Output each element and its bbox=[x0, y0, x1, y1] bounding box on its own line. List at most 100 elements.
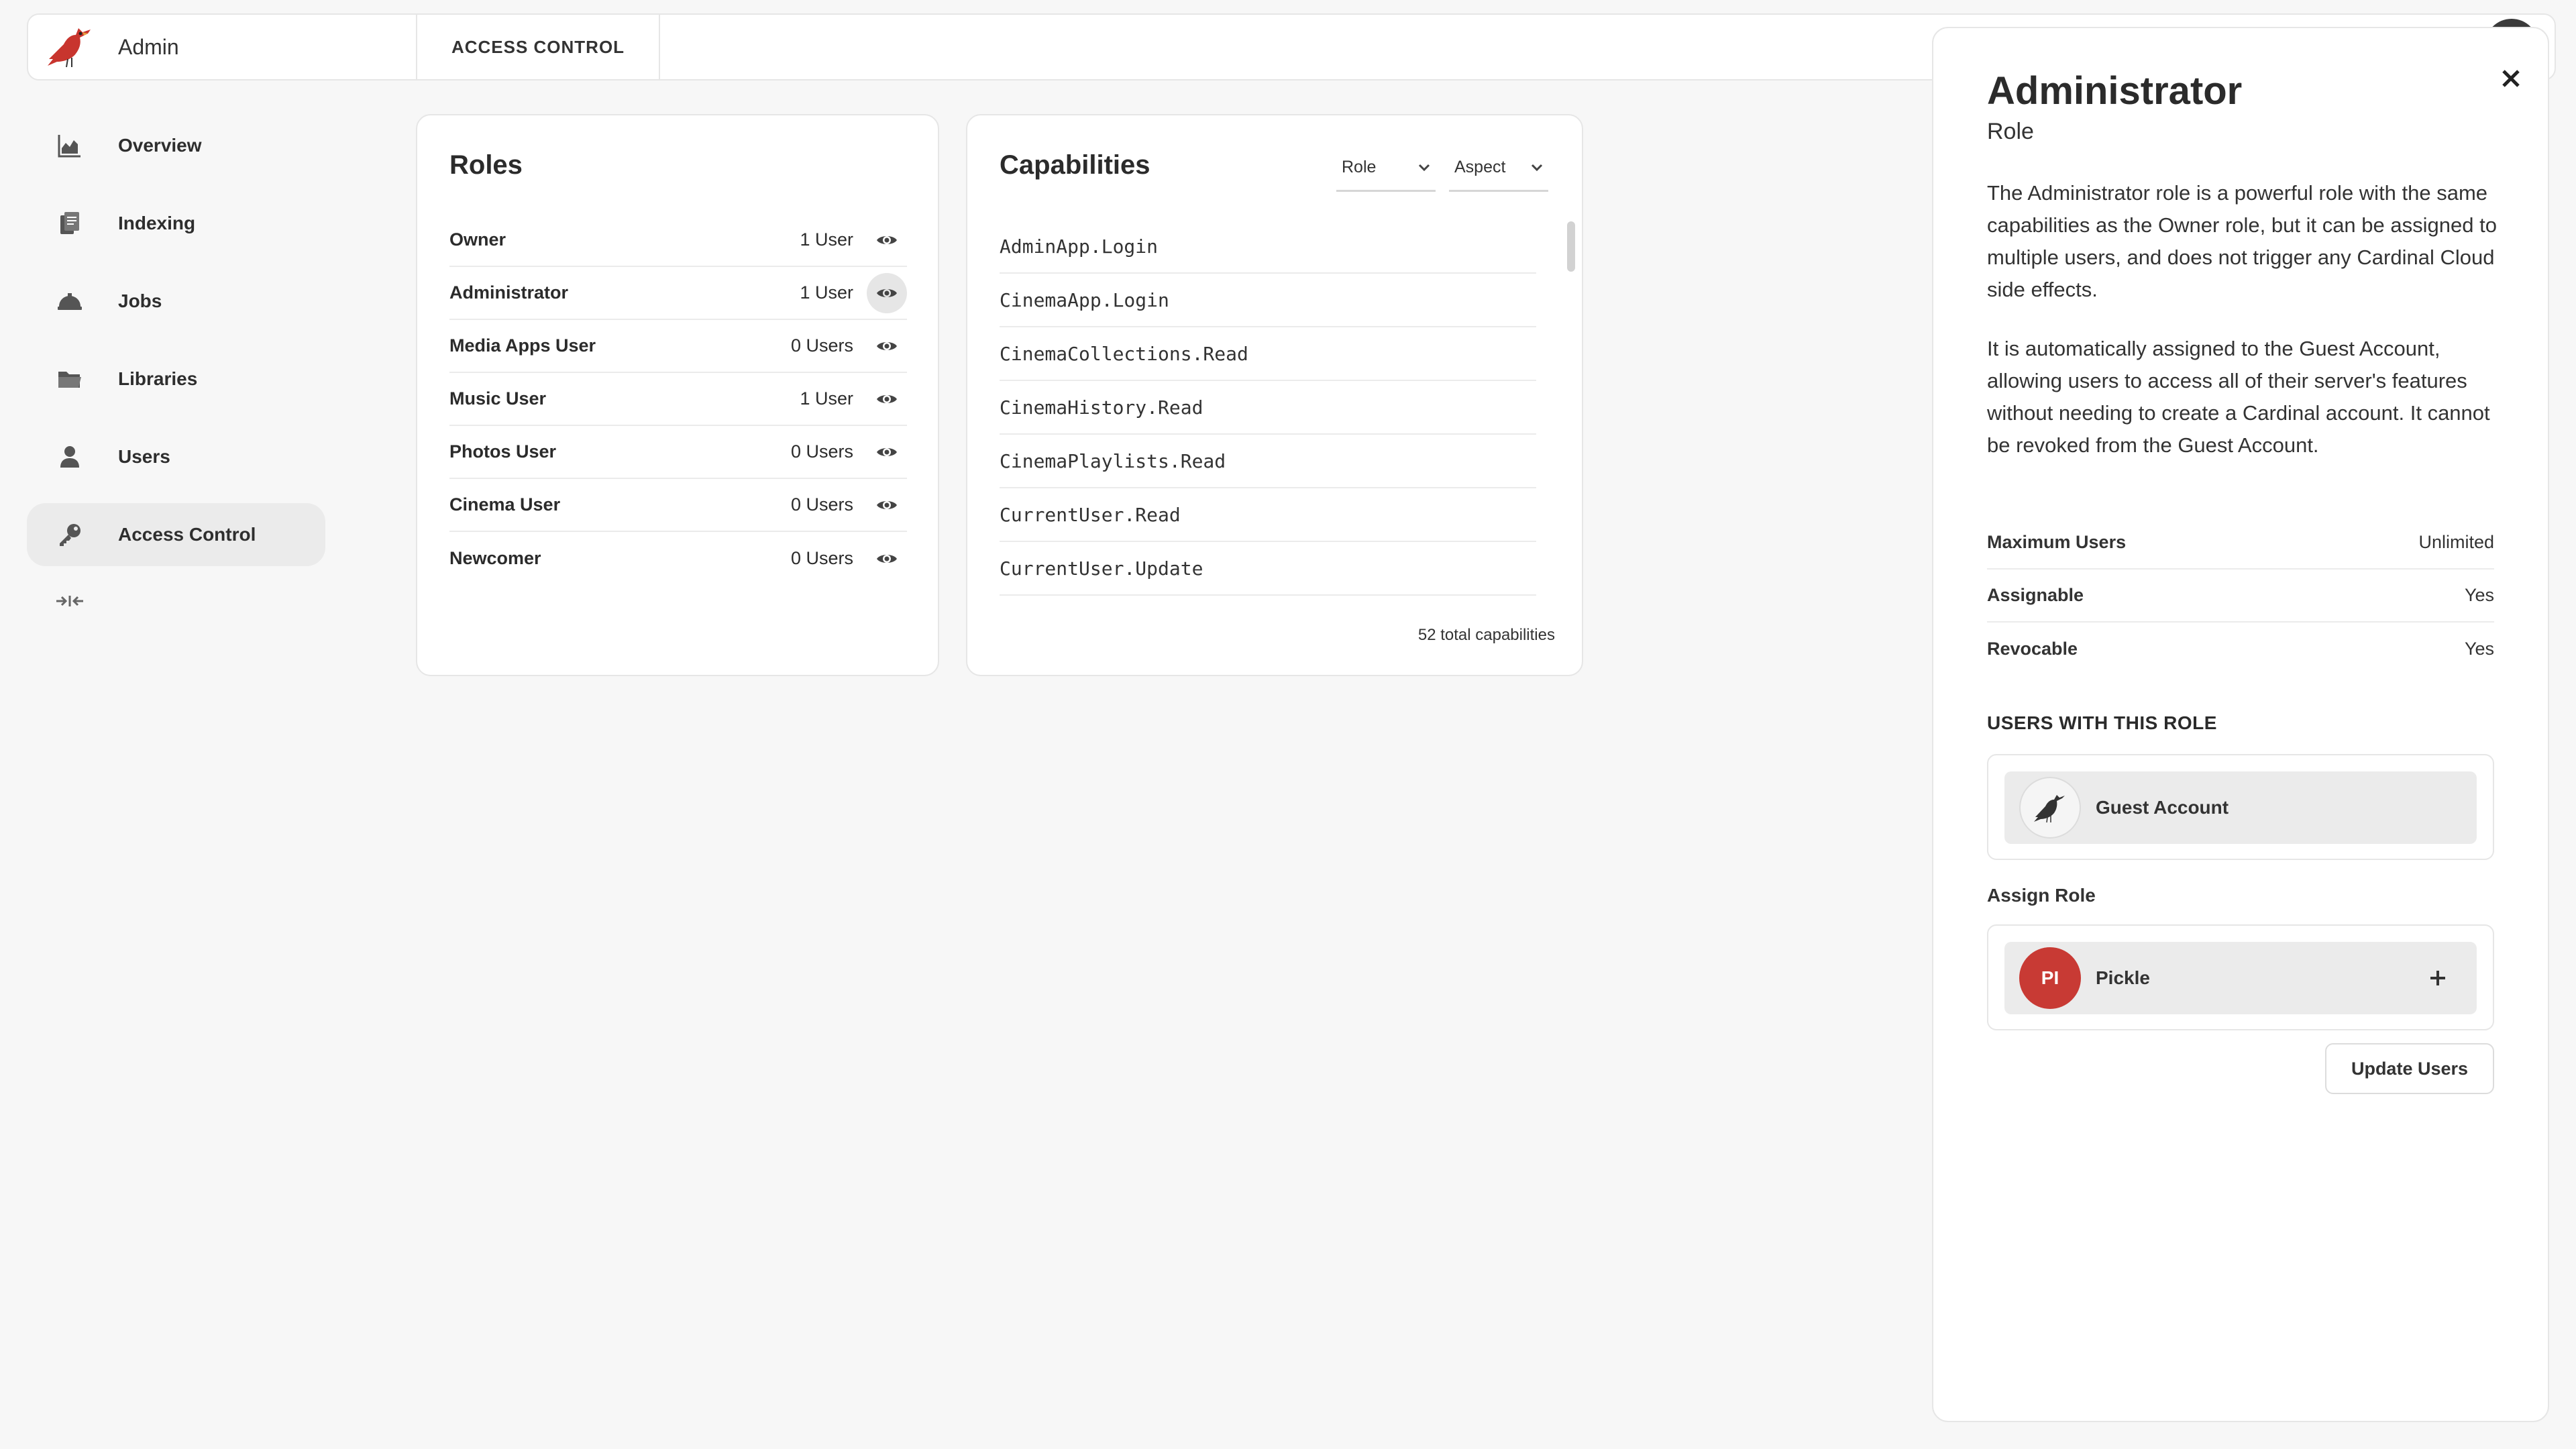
aspect-filter-select[interactable]: Aspect bbox=[1449, 145, 1548, 192]
capability-item: CurrentUser.Read bbox=[1000, 488, 1536, 542]
role-user-count: 0 Users bbox=[790, 441, 853, 462]
roles-card: Roles Owner 1 User Administrator 1 User … bbox=[416, 114, 939, 676]
capabilities-title: Capabilities bbox=[1000, 150, 1150, 180]
user-chip-guest-account[interactable]: Guest Account bbox=[2004, 771, 2477, 844]
avatar bbox=[2019, 777, 2081, 839]
role-filter-select[interactable]: Role bbox=[1336, 145, 1436, 192]
role-row-music-user[interactable]: Music User 1 User bbox=[449, 373, 907, 426]
jobs-icon bbox=[55, 286, 85, 316]
users-with-role-list: Guest Account bbox=[1987, 754, 2494, 860]
role-filter-value: Role bbox=[1342, 158, 1377, 176]
capability-item: CinemaPlaylists.Read bbox=[1000, 435, 1536, 488]
close-panel-button[interactable] bbox=[2494, 62, 2528, 95]
assign-role-list: PI Pickle bbox=[1987, 924, 2494, 1030]
chevron-down-icon bbox=[1418, 164, 1430, 171]
sidebar-item-label: Overview bbox=[118, 135, 202, 156]
view-role-button[interactable] bbox=[867, 379, 907, 419]
sidebar-item-libraries[interactable]: Libraries bbox=[27, 347, 325, 411]
role-row-owner[interactable]: Owner 1 User bbox=[449, 214, 907, 267]
sidebar-item-jobs[interactable]: Jobs bbox=[27, 270, 325, 333]
property-row: Revocable Yes bbox=[1987, 623, 2494, 676]
role-name: Administrator bbox=[449, 282, 569, 303]
sidebar-item-overview[interactable]: Overview bbox=[27, 114, 325, 177]
role-name: Media Apps User bbox=[449, 335, 596, 356]
view-role-button[interactable] bbox=[867, 485, 907, 525]
roles-title: Roles bbox=[449, 150, 523, 180]
sidebar-item-label: Users bbox=[118, 446, 170, 467]
sidebar-item-indexing[interactable]: Indexing bbox=[27, 192, 325, 255]
role-user-count: 1 User bbox=[800, 388, 853, 409]
role-properties: Maximum Users Unlimited Assignable Yes R… bbox=[1987, 517, 2494, 676]
role-name: Photos User bbox=[449, 441, 557, 462]
eye-icon bbox=[877, 500, 897, 509]
view-role-button[interactable] bbox=[867, 220, 907, 260]
eye-icon bbox=[877, 554, 897, 563]
role-user-count: 1 User bbox=[800, 229, 853, 250]
view-role-button[interactable] bbox=[867, 326, 907, 366]
capability-filters: Role Aspect bbox=[1336, 145, 1548, 192]
brand-name: Admin bbox=[118, 34, 179, 59]
role-row-cinema-user[interactable]: Cinema User 0 Users bbox=[449, 479, 907, 532]
capability-item: AdminApp.Login bbox=[1000, 220, 1536, 274]
cardinal-logo-icon bbox=[43, 19, 98, 74]
users-with-role-heading: USERS WITH THIS ROLE bbox=[1987, 712, 2217, 733]
sidebar-item-label: Access Control bbox=[118, 524, 256, 545]
chart-icon bbox=[55, 131, 85, 160]
user-name: Pickle bbox=[2096, 967, 2150, 988]
sidebar: Overview Indexing Jobs Libraries Users A… bbox=[27, 114, 325, 621]
view-role-button[interactable] bbox=[867, 539, 907, 579]
assign-candidate-pickle[interactable]: PI Pickle bbox=[2004, 942, 2477, 1014]
chevron-down-icon bbox=[1531, 164, 1543, 171]
sidebar-item-access-control[interactable]: Access Control bbox=[27, 503, 325, 566]
view-role-button[interactable] bbox=[867, 272, 907, 313]
role-user-count: 0 Users bbox=[790, 494, 853, 515]
avatar: PI bbox=[2019, 947, 2081, 1009]
panel-subtitle: Role bbox=[1987, 119, 2034, 144]
role-row-newcomer[interactable]: Newcomer 0 Users bbox=[449, 532, 907, 585]
capability-item: CurrentUser.Update bbox=[1000, 542, 1536, 596]
collapse-icon bbox=[55, 586, 85, 616]
role-user-count: 1 User bbox=[800, 282, 853, 303]
bird-icon bbox=[2034, 795, 2065, 823]
documents-icon bbox=[55, 209, 85, 238]
capabilities-card: Capabilities Role Aspect AdminApp.Login … bbox=[966, 114, 1583, 676]
tab-access-control[interactable]: ACCESS CONTROL bbox=[417, 15, 660, 79]
capability-item: CinemaApp.Login bbox=[1000, 274, 1536, 327]
user-icon bbox=[55, 442, 85, 472]
role-row-administrator[interactable]: Administrator 1 User bbox=[449, 267, 907, 320]
capability-item: CinemaHistory.Read bbox=[1000, 381, 1536, 435]
sidebar-item-users[interactable]: Users bbox=[27, 425, 325, 488]
property-label: Maximum Users bbox=[1987, 532, 2127, 552]
property-value: Unlimited bbox=[2418, 532, 2494, 552]
add-user-button[interactable] bbox=[2423, 963, 2453, 993]
brand[interactable]: Admin bbox=[28, 15, 417, 79]
capabilities-total: 52 total capabilities bbox=[1417, 626, 1555, 644]
role-row-photos-user[interactable]: Photos User 0 Users bbox=[449, 426, 907, 479]
eye-icon bbox=[877, 235, 897, 244]
aspect-filter-value: Aspect bbox=[1454, 158, 1506, 176]
eye-icon bbox=[877, 447, 897, 456]
property-row: Assignable Yes bbox=[1987, 570, 2494, 623]
role-name: Music User bbox=[449, 388, 547, 409]
collapse-sidebar-button[interactable] bbox=[27, 581, 325, 621]
capabilities-list[interactable]: AdminApp.Login CinemaApp.Login CinemaCol… bbox=[1000, 220, 1536, 596]
role-user-count: 0 Users bbox=[790, 548, 853, 568]
role-user-count: 0 Users bbox=[790, 335, 853, 356]
role-row-media-apps-user[interactable]: Media Apps User 0 Users bbox=[449, 320, 907, 373]
key-icon bbox=[55, 520, 85, 549]
sidebar-item-label: Libraries bbox=[118, 368, 198, 389]
assign-role-heading: Assign Role bbox=[1987, 885, 2096, 906]
property-row: Maximum Users Unlimited bbox=[1987, 517, 2494, 570]
user-name: Guest Account bbox=[2096, 797, 2229, 818]
close-icon bbox=[2502, 70, 2520, 87]
panel-title: Administrator bbox=[1987, 69, 2243, 113]
role-description-paragraph: The Administrator role is a powerful rol… bbox=[1987, 181, 2497, 301]
view-role-button[interactable] bbox=[867, 432, 907, 472]
update-users-button[interactable]: Update Users bbox=[2325, 1043, 2494, 1094]
role-name: Cinema User bbox=[449, 494, 561, 515]
sidebar-item-label: Jobs bbox=[118, 290, 162, 311]
capabilities-scrollbar[interactable] bbox=[1567, 221, 1575, 272]
eye-icon bbox=[877, 288, 897, 297]
roles-list: Owner 1 User Administrator 1 User Media … bbox=[449, 214, 907, 585]
property-label: Revocable bbox=[1987, 639, 2078, 659]
